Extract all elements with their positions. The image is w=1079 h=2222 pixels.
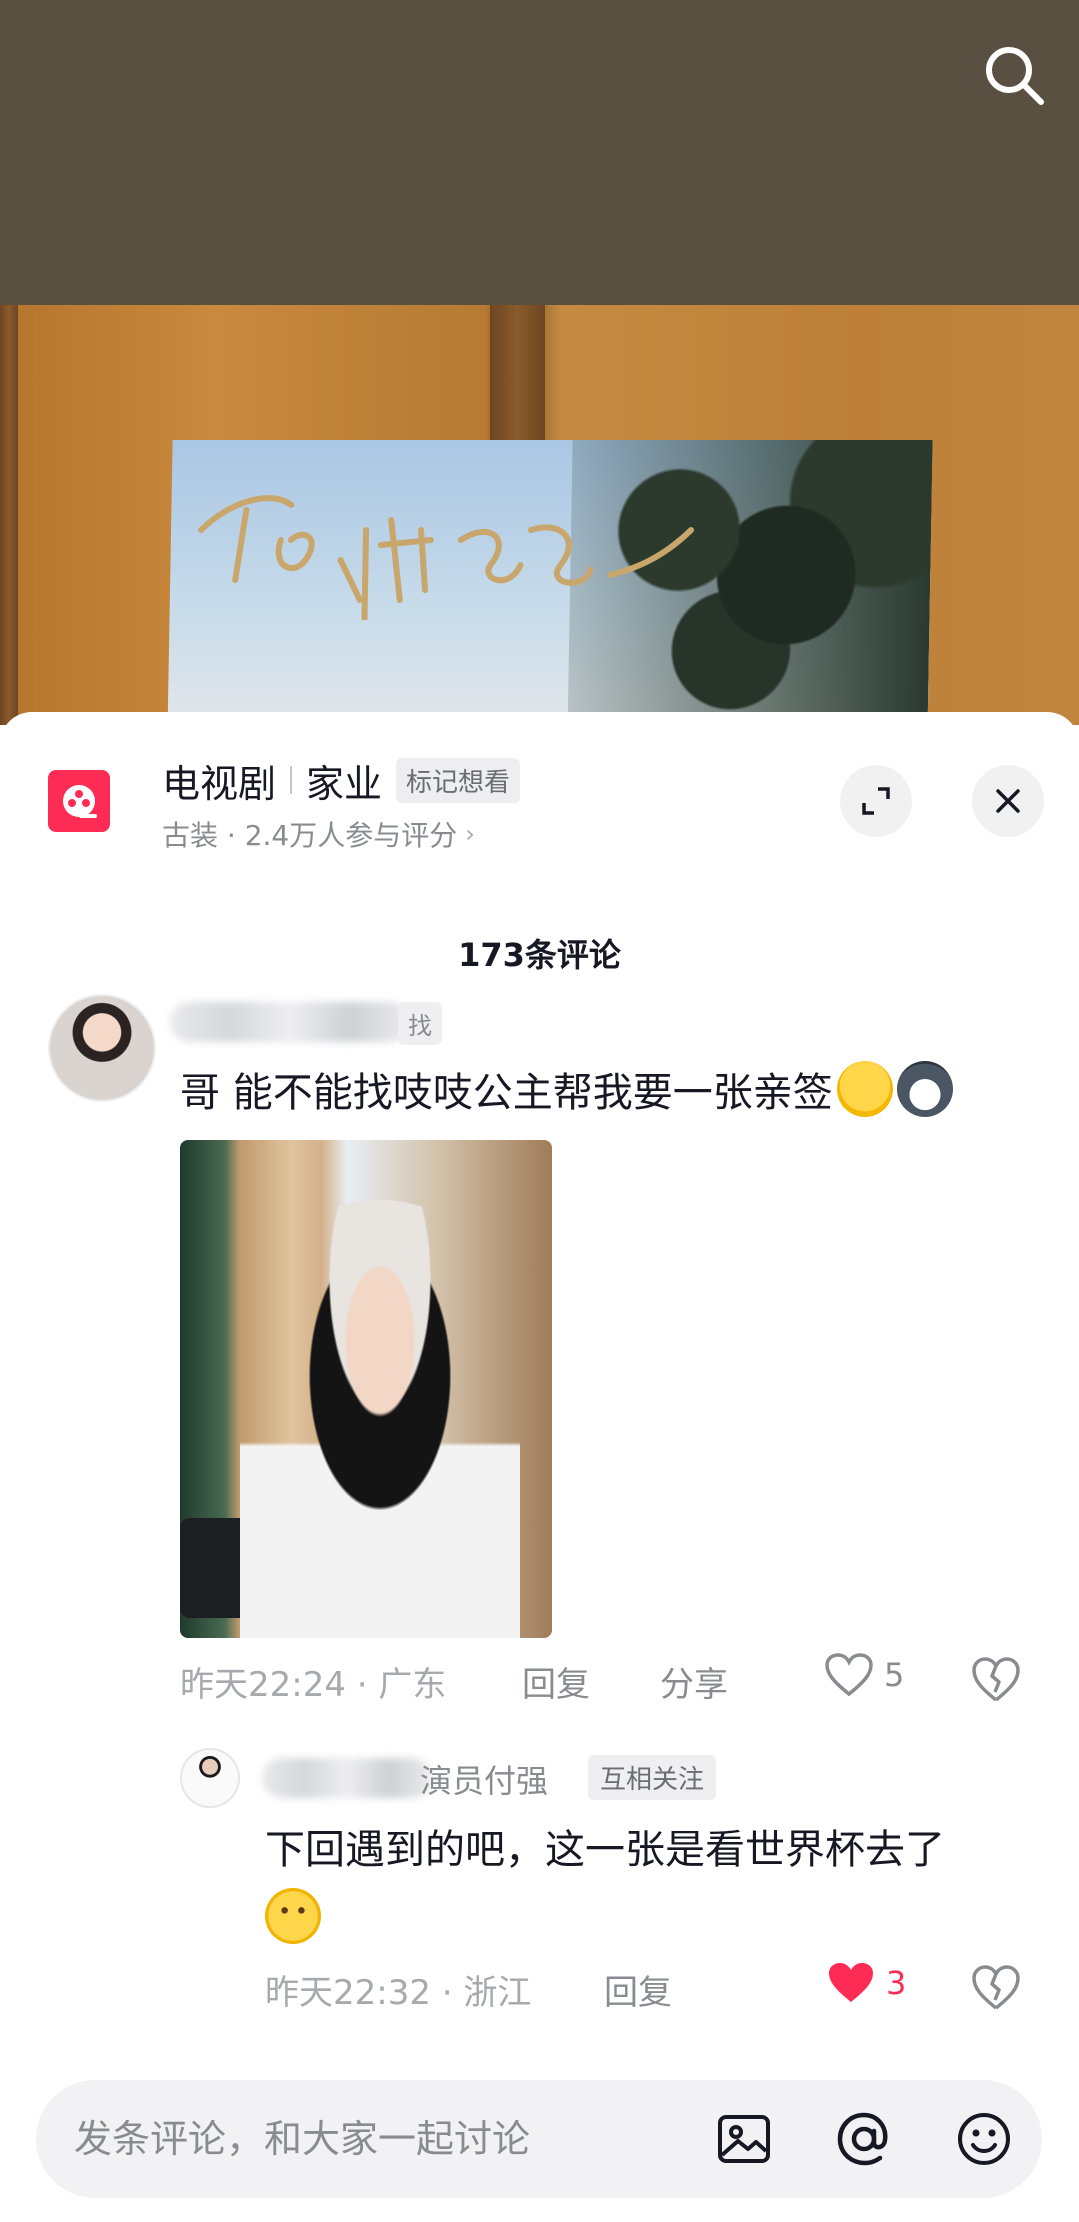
comment-text: 哥 能不能找吱吱公主帮我要一张亲签 bbox=[180, 1060, 953, 1118]
reply-button[interactable]: 回复 bbox=[522, 1657, 590, 1706]
expand-icon bbox=[862, 787, 890, 815]
expand-button[interactable] bbox=[840, 765, 912, 837]
title-divider bbox=[290, 766, 293, 794]
show-category: 电视剧 bbox=[162, 761, 277, 806]
comments-sheet: 电视剧 家业 标记想看 古装 · 2.4万人参与评分 › 173条评论 找 哥 … bbox=[0, 712, 1079, 2222]
like-button[interactable]: 5 bbox=[824, 1652, 904, 1698]
chevron-right-icon: › bbox=[465, 820, 475, 848]
reply-time-location: 昨天22:32 · 浙江 bbox=[265, 1973, 532, 2013]
avatar[interactable] bbox=[180, 1748, 240, 1808]
mark-want-to-watch-button[interactable]: 标记想看 bbox=[396, 757, 521, 803]
share-button[interactable]: 分享 bbox=[660, 1657, 728, 1706]
heart-outline-icon bbox=[825, 1653, 873, 1697]
like-count: 5 bbox=[884, 1656, 905, 1694]
tv-show-icon bbox=[48, 770, 110, 832]
wolf-emoji-icon bbox=[896, 1061, 953, 1117]
image-icon[interactable] bbox=[714, 2109, 774, 2169]
crying-emoji-icon bbox=[836, 1061, 893, 1117]
close-button[interactable] bbox=[972, 765, 1044, 837]
comment-time-location: 昨天22:24 · 广东 bbox=[180, 1665, 447, 1705]
blurred-username[interactable] bbox=[262, 1758, 432, 1798]
reply-text: 下回遇到的吧，这一张是看世界杯去了 bbox=[265, 1818, 1045, 1946]
smile-emoji-icon bbox=[265, 1888, 321, 1944]
show-title[interactable]: 家业 bbox=[306, 753, 382, 808]
show-subtitle[interactable]: 古装 · 2.4万人参与评分 › bbox=[162, 814, 475, 854]
video-frame[interactable] bbox=[0, 305, 1079, 725]
comment-input[interactable]: 发条评论，和大家一起讨论 bbox=[74, 2080, 530, 2198]
user-tag: 找 bbox=[398, 1002, 442, 1045]
reply-author-name[interactable]: 演员付强 bbox=[420, 1756, 548, 1802]
signature bbox=[198, 495, 695, 620]
at-mention-icon[interactable] bbox=[834, 2109, 894, 2169]
dislike-button[interactable] bbox=[970, 1962, 1022, 2014]
dislike-button[interactable] bbox=[970, 1654, 1022, 1706]
avatar[interactable] bbox=[48, 994, 156, 1102]
close-icon bbox=[996, 789, 1020, 813]
mutual-follow-badge: 互相关注 bbox=[588, 1755, 717, 1800]
blurred-username[interactable] bbox=[170, 1002, 410, 1042]
reply-button[interactable]: 回复 bbox=[604, 1965, 672, 2014]
show-genre-rating: 古装 · 2.4万人参与评分 bbox=[162, 819, 458, 852]
broken-heart-icon bbox=[972, 1965, 1020, 2010]
comment-text-body: 哥 能不能找吱吱公主帮我要一张亲签 bbox=[180, 1070, 833, 1116]
heart-filled-icon bbox=[829, 1963, 873, 2002]
video-header-area bbox=[0, 0, 1079, 305]
photo-person bbox=[240, 1200, 520, 1638]
emoji-icon[interactable] bbox=[954, 2109, 1014, 2169]
comment-input-bar[interactable]: 发条评论，和大家一起讨论 bbox=[36, 2080, 1042, 2198]
like-button[interactable]: 3 bbox=[826, 1960, 906, 2006]
like-count: 3 bbox=[886, 1964, 907, 2002]
comment-image[interactable] bbox=[180, 1140, 552, 1638]
search-icon[interactable] bbox=[979, 40, 1049, 110]
broken-heart-icon bbox=[972, 1657, 1020, 1702]
comment-count: 173条评论 bbox=[458, 936, 621, 974]
signed-photo bbox=[167, 440, 933, 725]
show-info-header[interactable]: 电视剧 家业 标记想看 古装 · 2.4万人参与评分 › bbox=[0, 712, 1079, 862]
wood-seam bbox=[0, 305, 18, 725]
reply-text-body: 下回遇到的吧，这一张是看世界杯去了 bbox=[265, 1827, 945, 1873]
